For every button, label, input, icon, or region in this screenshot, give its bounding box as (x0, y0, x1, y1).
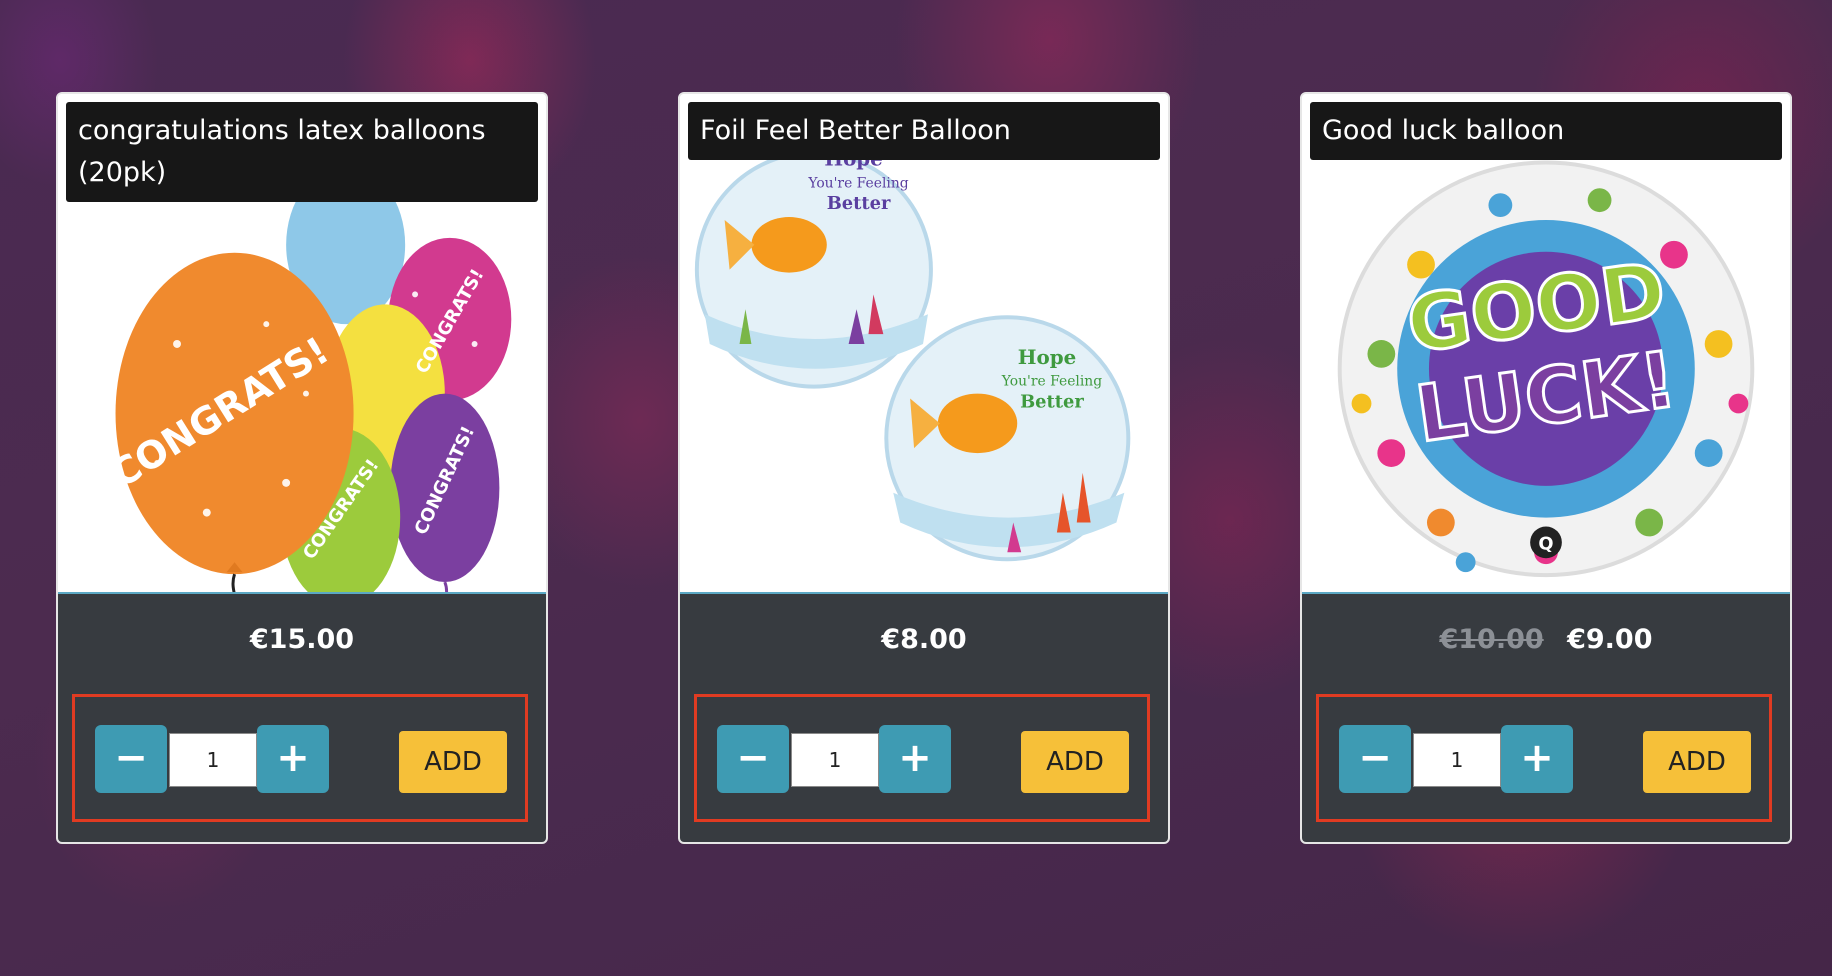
product-footer: €15.00 − 1 + ADD (58, 592, 546, 842)
original-price: €10.00 (1439, 624, 1544, 655)
cart-controls: − 1 + ADD (72, 694, 528, 822)
product-price: €8.00 (881, 624, 967, 655)
decrease-quantity-button[interactable]: − (717, 725, 789, 793)
product-card-feel-better: Hope You're Feeling Better Hope You're F… (678, 92, 1170, 844)
increase-quantity-button[interactable]: + (1501, 725, 1573, 793)
quantity-input[interactable]: 1 (791, 733, 879, 787)
product-card-congratulations: CONGRATS! CONGRATS! CONGRATS! CONGRATS! … (56, 92, 548, 844)
feeling-text-2: You're Feeling (1001, 374, 1102, 390)
product-title[interactable]: congratulations latex balloons (20pk) (66, 102, 538, 202)
product-card-good-luck: GOOD LUCK! Q Good luck balloon €10.00 €9… (1300, 92, 1792, 844)
cart-controls: − 1 + ADD (694, 694, 1150, 822)
add-to-cart-button[interactable]: ADD (1021, 731, 1129, 793)
good-luck-balloon-illustration: GOOD LUCK! Q (1337, 160, 1755, 578)
add-to-cart-button[interactable]: ADD (1643, 731, 1751, 793)
better-text: Better (827, 193, 891, 214)
brand-mark: Q (1538, 533, 1553, 554)
shop-page: { "products": [ { "title": "congratulati… (0, 0, 1832, 976)
product-footer: €10.00 €9.00 − 1 + ADD (1302, 592, 1790, 842)
product-price: €9.00 (1567, 624, 1653, 655)
quantity-input[interactable]: 1 (169, 733, 257, 787)
increase-quantity-button[interactable]: + (257, 725, 329, 793)
decrease-quantity-button[interactable]: − (95, 725, 167, 793)
feel-better-balloons-illustration: Hope You're Feeling Better Hope You're F… (694, 146, 1131, 562)
add-to-cart-button[interactable]: ADD (399, 731, 507, 793)
hope-text-2: Hope (1018, 345, 1076, 369)
feeling-text: You're Feeling (807, 175, 908, 191)
price-row: €10.00 €9.00 (1302, 624, 1790, 655)
quantity-input[interactable]: 1 (1413, 733, 1501, 787)
cart-controls: − 1 + ADD (1316, 694, 1772, 822)
product-image-feel-better-balloon[interactable]: Hope You're Feeling Better Hope You're F… (680, 94, 1168, 592)
price-row: €15.00 (58, 624, 546, 655)
product-title[interactable]: Foil Feel Better Balloon (688, 102, 1160, 160)
increase-quantity-button[interactable]: + (879, 725, 951, 793)
decrease-quantity-button[interactable]: − (1339, 725, 1411, 793)
price-row: €8.00 (680, 624, 1168, 655)
product-price: €15.00 (249, 624, 355, 655)
product-image-good-luck-balloon[interactable]: GOOD LUCK! Q Good luck balloon (1302, 94, 1790, 592)
better-text-2: Better (1020, 391, 1084, 412)
product-title[interactable]: Good luck balloon (1310, 102, 1782, 160)
product-footer: €8.00 − 1 + ADD (680, 592, 1168, 842)
product-image-congrats-balloons[interactable]: CONGRATS! CONGRATS! CONGRATS! CONGRATS! … (58, 94, 546, 592)
